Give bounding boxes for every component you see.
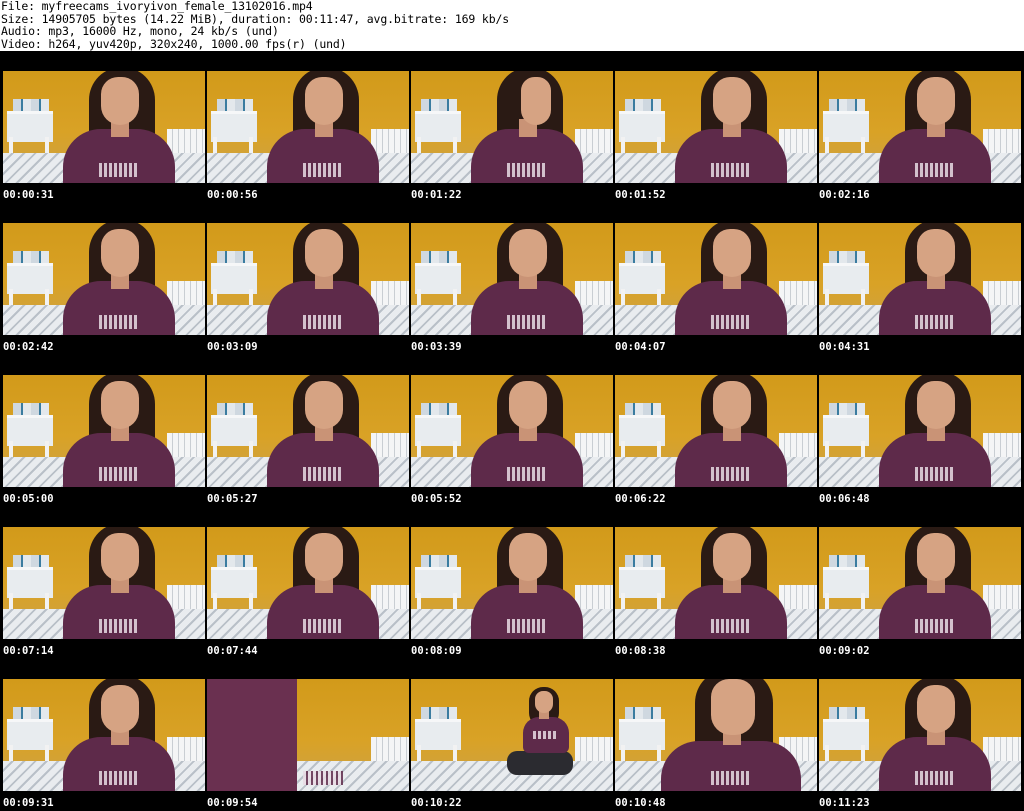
thumbnail-cell: 00:06:48 [818, 355, 1022, 507]
thumbnail-cell: 00:00:56 [206, 51, 410, 203]
frame-timestamp: 00:06:48 [819, 493, 870, 505]
file-name-line: File: myfreecams_ivoryivon_female_131020… [1, 0, 313, 13]
video-frame-thumbnail [819, 527, 1021, 639]
thumbnail-cell: 00:09:54 [206, 659, 410, 811]
thumbnail-cell: 00:09:02 [818, 507, 1022, 659]
video-frame-thumbnail [3, 375, 205, 487]
thumbnail-cell: 00:07:14 [2, 507, 206, 659]
thumbnail-cell: 00:00:31 [2, 51, 206, 203]
thumbnail-cell: 00:09:31 [2, 659, 206, 811]
thumbnail-cell: 00:08:09 [410, 507, 614, 659]
video-frame-thumbnail [819, 223, 1021, 335]
video-frame-thumbnail [207, 527, 409, 639]
video-frame-thumbnail [615, 223, 817, 335]
frame-timestamp: 00:03:39 [411, 341, 462, 353]
video-frame-thumbnail [207, 679, 409, 791]
thumbnail-cell: 00:04:31 [818, 203, 1022, 355]
frame-timestamp: 00:00:31 [3, 189, 54, 201]
thumbnail-cell: 00:05:52 [410, 355, 614, 507]
thumbnail-cell: 00:07:44 [206, 507, 410, 659]
video-frame-thumbnail [615, 71, 817, 183]
thumbnail-grid: 00:00:31 00:00:56 00:01:22 00:01:52 00:02:16… [0, 51, 1024, 811]
frame-timestamp: 00:06:22 [615, 493, 666, 505]
frame-timestamp: 00:05:52 [411, 493, 462, 505]
frame-timestamp: 00:01:22 [411, 189, 462, 201]
frame-timestamp: 00:05:00 [3, 493, 54, 505]
thumbnail-cell: 00:05:27 [206, 355, 410, 507]
audio-info-line: Audio: mp3, 16000 Hz, mono, 24 kb/s (und… [1, 24, 279, 38]
thumbnail-cell: 00:10:22 [410, 659, 614, 811]
video-frame-thumbnail [3, 71, 205, 183]
video-info-line: Video: h264, yuv420p, 320x240, 1000.00 f… [1, 36, 347, 51]
video-frame-thumbnail [411, 375, 613, 487]
video-frame-thumbnail [207, 71, 409, 183]
file-info-header: File: myfreecams_ivoryivon_female_131020… [0, 0, 1024, 51]
frame-timestamp: 00:10:22 [411, 797, 462, 809]
thumbnail-cell: 00:01:52 [614, 51, 818, 203]
thumbnail-cell: 00:06:22 [614, 355, 818, 507]
frame-timestamp: 00:01:52 [615, 189, 666, 201]
frame-timestamp: 00:09:54 [207, 797, 258, 809]
video-frame-thumbnail [819, 71, 1021, 183]
frame-timestamp: 00:00:56 [207, 189, 258, 201]
video-frame-thumbnail [615, 375, 817, 487]
frame-timestamp: 00:07:44 [207, 645, 258, 657]
video-frame-thumbnail [411, 679, 613, 791]
thumbnail-cell: 00:10:48 [614, 659, 818, 811]
frame-timestamp: 00:04:07 [615, 341, 666, 353]
video-frame-thumbnail [615, 527, 817, 639]
video-frame-thumbnail [207, 375, 409, 487]
video-frame-thumbnail [3, 527, 205, 639]
video-frame-thumbnail [411, 527, 613, 639]
thumbnail-cell: 00:04:07 [614, 203, 818, 355]
video-frame-thumbnail [819, 679, 1021, 791]
thumbnail-cell: 00:01:22 [410, 51, 614, 203]
video-frame-thumbnail [615, 679, 817, 791]
video-frame-thumbnail [411, 223, 613, 335]
frame-timestamp: 00:03:09 [207, 341, 258, 353]
video-frame-thumbnail [819, 375, 1021, 487]
frame-timestamp: 00:04:31 [819, 341, 870, 353]
video-frame-thumbnail [411, 71, 613, 183]
thumbnail-cell: 00:02:42 [2, 203, 206, 355]
thumbnail-cell: 00:08:38 [614, 507, 818, 659]
thumbnail-cell: 00:02:16 [818, 51, 1022, 203]
frame-timestamp: 00:09:02 [819, 645, 870, 657]
frame-timestamp: 00:02:16 [819, 189, 870, 201]
thumbnail-cell: 00:11:23 [818, 659, 1022, 811]
video-frame-thumbnail [3, 223, 205, 335]
thumbnail-cell: 00:05:00 [2, 355, 206, 507]
frame-timestamp: 00:02:42 [3, 341, 54, 353]
frame-timestamp: 00:05:27 [207, 493, 258, 505]
frame-timestamp: 00:09:31 [3, 797, 54, 809]
video-frame-thumbnail [207, 223, 409, 335]
thumbnail-cell: 00:03:09 [206, 203, 410, 355]
frame-timestamp: 00:08:38 [615, 645, 666, 657]
frame-timestamp: 00:07:14 [3, 645, 54, 657]
thumbnail-cell: 00:03:39 [410, 203, 614, 355]
frame-timestamp: 00:10:48 [615, 797, 666, 809]
video-frame-thumbnail [3, 679, 205, 791]
frame-timestamp: 00:08:09 [411, 645, 462, 657]
frame-timestamp: 00:11:23 [819, 797, 870, 809]
